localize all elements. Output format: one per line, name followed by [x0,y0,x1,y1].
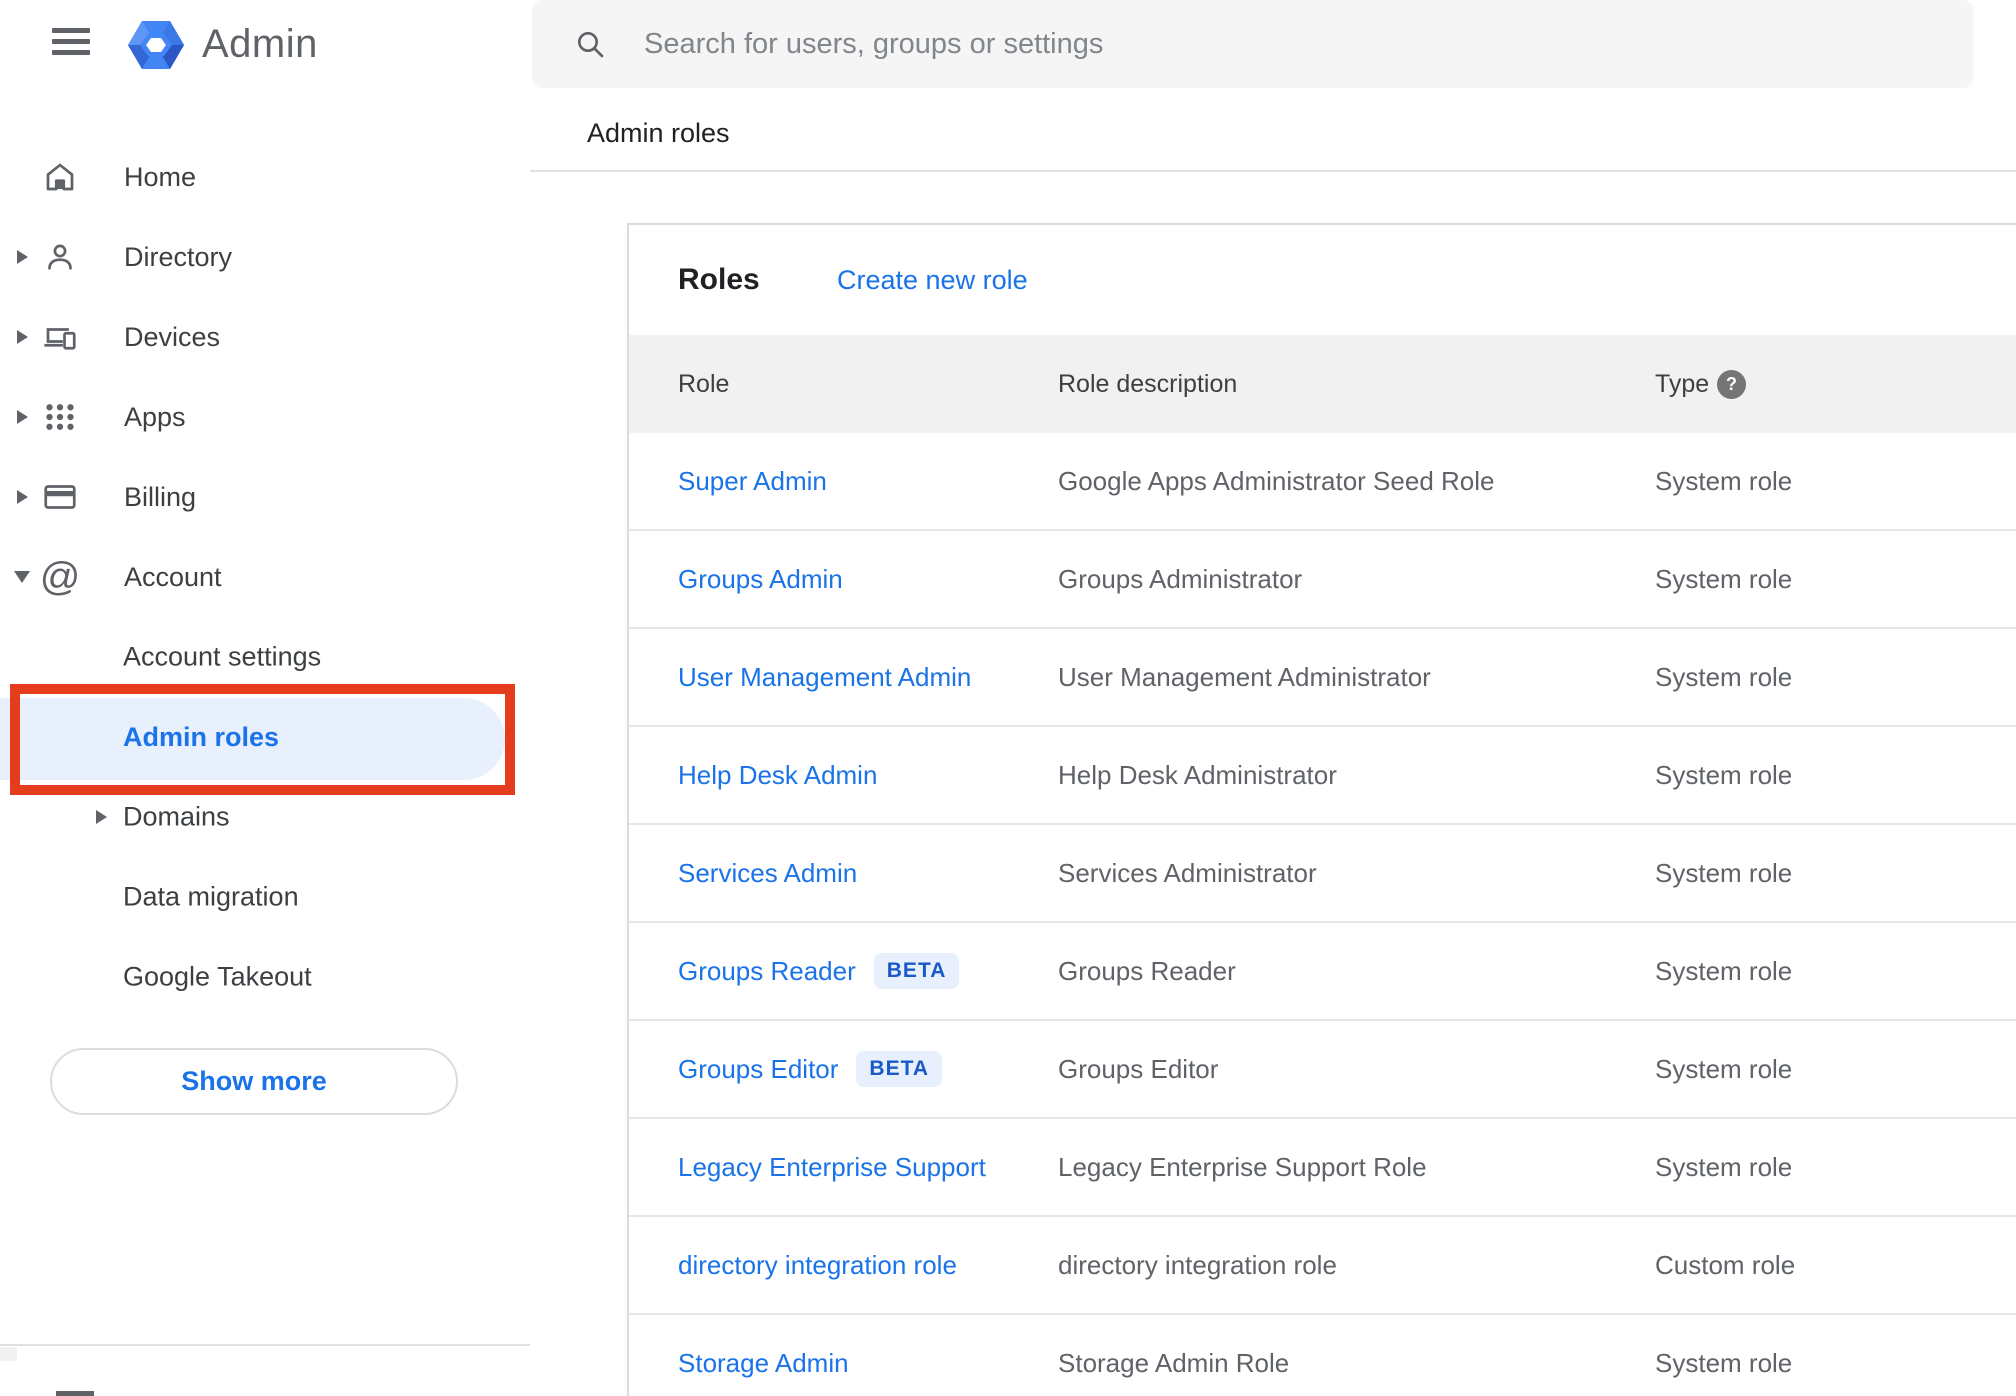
sidebar-item-label: Apps [124,401,186,432]
sidebar-item-data-migration[interactable]: Data migration [0,857,530,937]
sidebar-item-apps[interactable]: Apps [0,377,530,457]
create-new-role-link[interactable]: Create new role [837,225,1028,335]
header-divider [530,170,2016,172]
admin-console-screen: Admin Home Directory Devices Apps Billin… [0,0,2016,1396]
hamburger-menu-icon[interactable] [52,28,90,56]
expand-arrow-icon[interactable] [16,330,28,344]
role-link[interactable]: Groups Reader [678,956,856,987]
table-row: Groups Reader BETA Groups Reader System … [629,923,2016,1021]
table-row: Super Admin Google Apps Administrator Se… [629,433,2016,531]
sidebar-item-label: Billing [124,481,197,512]
partial-icon [56,1391,94,1396]
role-link[interactable]: Services Admin [678,825,857,921]
table-row: Groups Editor BETA Groups Editor System … [629,1021,2016,1119]
section-title: Roles [678,263,760,296]
table-row: Groups Admin Groups Administrator System… [629,531,2016,629]
expand-arrow-icon[interactable] [96,810,107,824]
table-header-row: Role Role description Type ? [629,335,2016,433]
show-more-button[interactable]: Show more [50,1048,458,1115]
table-row: Help Desk Admin Help Desk Administrator … [629,727,2016,825]
role-description: Services Administrator [1058,857,1317,888]
sidebar-item-label: Data migration [123,881,299,912]
column-header-role: Role [678,369,730,398]
role-link[interactable]: Groups Editor [678,1054,838,1085]
sidebar-item-billing[interactable]: Billing [0,457,530,537]
role-type: System role [1655,955,1793,986]
devices-icon [38,319,82,355]
collapse-arrow-icon[interactable] [14,571,30,583]
role-link[interactable]: Legacy Enterprise Support [678,1119,986,1215]
home-icon [38,159,82,195]
column-header-type: Type [1655,369,1710,398]
roles-card-header: Roles Create new role [629,225,2016,335]
sidebar-item-devices[interactable]: Devices [0,297,530,377]
role-link[interactable]: Help Desk Admin [678,727,877,823]
billing-card-icon [38,479,82,515]
at-icon: @ [39,555,81,599]
role-link[interactable]: Super Admin [678,433,827,529]
role-link[interactable]: directory integration role [678,1217,957,1313]
expand-arrow-icon[interactable] [16,410,28,424]
role-description: Google Apps Administrator Seed Role [1058,465,1495,496]
sidebar-item-label: Google Takeout [123,961,312,992]
search-input[interactable]: Search for users, groups or settings [532,0,1973,88]
roles-card: Roles Create new role Role Role descript… [627,223,2016,1396]
sidebar-item-home[interactable]: Home [0,137,530,217]
role-type: Custom role [1655,1249,1796,1280]
role-type: System role [1655,465,1793,496]
role-description: Storage Admin Role [1058,1347,1290,1378]
role-description: Groups Administrator [1058,563,1303,594]
role-type: System role [1655,563,1793,594]
sidebar-item-account[interactable]: @ Account [0,537,530,617]
role-type: System role [1655,1151,1793,1182]
app-title: Admin [202,22,318,66]
table-row: User Management Admin User Management Ad… [629,629,2016,727]
apps-grid-icon [38,399,82,435]
table-row: Storage Admin Storage Admin Role System … [629,1315,2016,1396]
role-type: System role [1655,1053,1793,1084]
person-icon [38,239,82,275]
role-description: Groups Reader [1058,955,1236,986]
sidebar-item-label: Directory [124,241,233,272]
table-row: Services Admin Services Administrator Sy… [629,825,2016,923]
beta-badge: BETA [873,953,960,989]
role-link[interactable]: Storage Admin [678,1315,849,1396]
role-type: System role [1655,759,1793,790]
role-description: Groups Editor [1058,1053,1219,1084]
sidebar-item-label: Account settings [123,641,322,672]
sidebar-item-label: Devices [124,321,221,352]
sidebar-item-label: Account [124,561,222,592]
role-description: Legacy Enterprise Support Role [1058,1151,1427,1182]
scrollbar-fragment [0,1347,17,1361]
sidebar-item-label: Home [124,161,197,192]
breadcrumb: Admin roles [587,118,730,148]
search-icon [578,32,604,58]
role-link[interactable]: User Management Admin [678,629,971,725]
role-description: User Management Administrator [1058,661,1431,692]
sidebar-item-label: Domains [123,801,230,832]
sidebar-divider [0,1344,530,1346]
expand-arrow-icon[interactable] [16,250,28,264]
table-row: directory integration role directory int… [629,1217,2016,1315]
sidebar-item-directory[interactable]: Directory [0,217,530,297]
table-row: Legacy Enterprise Support Legacy Enterpr… [629,1119,2016,1217]
beta-badge: BETA [856,1051,943,1087]
search-placeholder: Search for users, groups or settings [644,27,1104,60]
admin-logo-icon [128,21,184,69]
sidebar-item-google-takeout[interactable]: Google Takeout [0,937,530,1017]
column-header-description: Role description [1058,369,1238,398]
help-icon[interactable]: ? [1717,370,1746,399]
role-type: System role [1655,661,1793,692]
role-type: System role [1655,857,1793,888]
role-link[interactable]: Groups Admin [678,531,843,627]
expand-arrow-icon[interactable] [16,490,28,504]
role-description: directory integration role [1058,1249,1337,1280]
sidebar-item-domains[interactable]: Domains [0,777,530,857]
role-type: System role [1655,1347,1793,1378]
role-description: Help Desk Administrator [1058,759,1337,790]
